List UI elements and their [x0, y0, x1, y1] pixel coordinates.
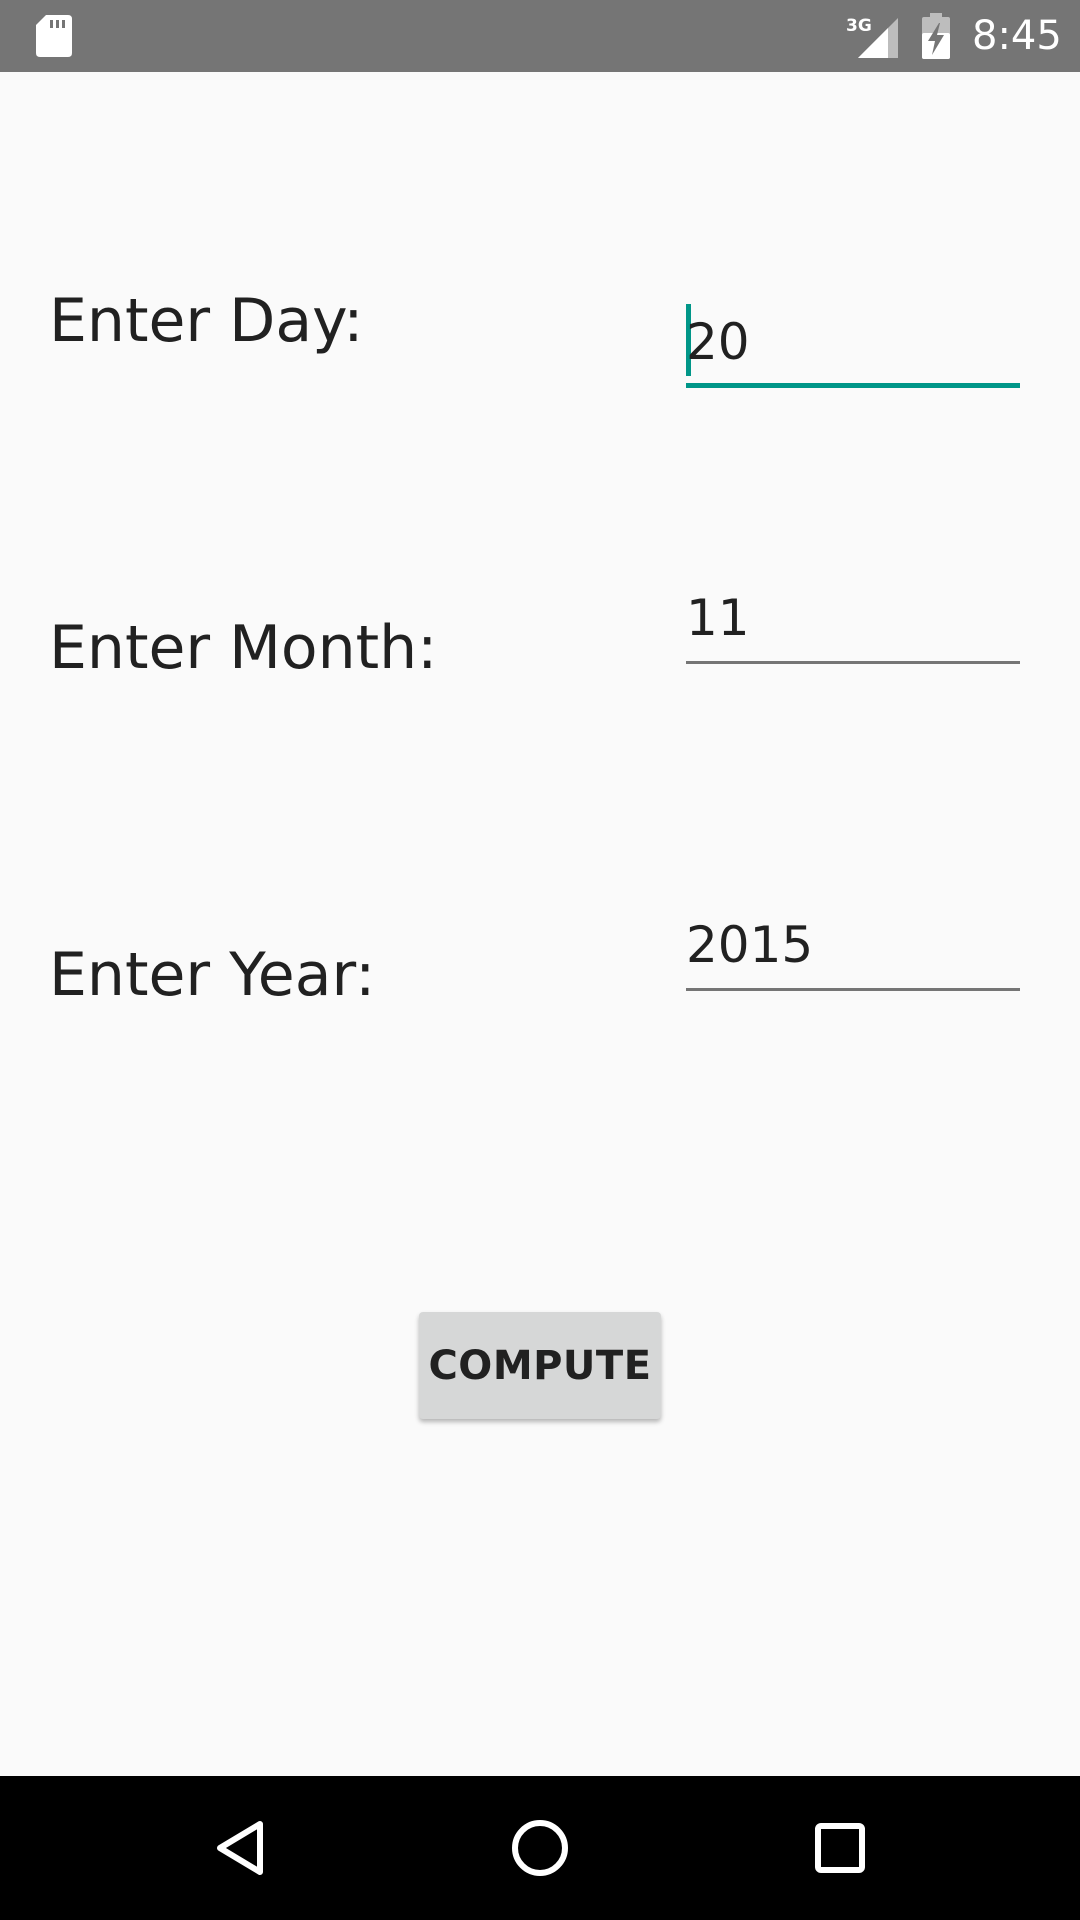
year-label: Enter Year: — [49, 940, 376, 1010]
home-icon[interactable] — [508, 1816, 572, 1880]
status-time: 8:45 — [972, 13, 1062, 59]
navigation-bar — [0, 1776, 1080, 1920]
day-label: Enter Day: — [49, 286, 364, 356]
recents-icon[interactable] — [808, 1816, 872, 1880]
year-input-underline — [686, 988, 1020, 991]
compute-button[interactable]: COMPUTE — [419, 1312, 661, 1419]
month-input-value: 11 — [686, 589, 750, 647]
day-input-value: 20 — [686, 313, 750, 371]
year-input-value: 2015 — [686, 916, 814, 974]
signal-3g-icon: 3G — [846, 16, 898, 58]
network-type-label: 3G — [846, 16, 872, 36]
status-bar: 3G 8:45 — [0, 0, 1080, 72]
month-label: Enter Month: — [49, 613, 438, 683]
app-screen: 3G 8:45 Enter Day: 20 Enter Month: 11 En… — [0, 0, 1080, 1920]
day-input-underline — [686, 383, 1020, 388]
month-input[interactable]: 11 — [686, 586, 1020, 664]
sd-card-icon — [36, 15, 72, 57]
battery-charging-icon — [922, 13, 950, 59]
back-icon[interactable] — [210, 1816, 274, 1880]
month-input-underline — [686, 661, 1020, 664]
year-input[interactable]: 2015 — [686, 913, 1020, 991]
day-input[interactable]: 20 — [686, 304, 1020, 388]
